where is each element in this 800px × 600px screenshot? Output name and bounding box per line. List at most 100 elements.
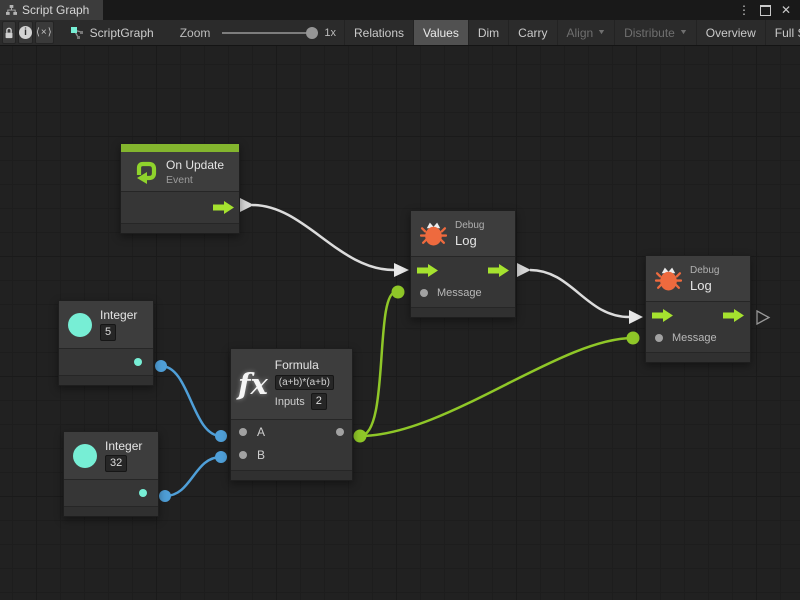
event-accent-bar (121, 144, 239, 152)
node-on-update[interactable]: On Update Event (120, 143, 240, 234)
tab-script-graph[interactable]: Script Graph (0, 0, 103, 20)
toolbar-buttons: Relations Values Dim Carry Align ▼ Distr… (344, 20, 800, 45)
value-connector-formula-a-in[interactable] (215, 430, 227, 442)
fullscreen-button[interactable]: Full Screen (765, 20, 800, 45)
node-header: Integer 5 (59, 301, 153, 349)
flow-port-row (646, 302, 750, 328)
window-menu-icon[interactable]: ⋮ (738, 4, 750, 16)
node-footer (231, 470, 352, 480)
node-category: Debug (455, 220, 484, 231)
wire-log1-to-log2[interactable] (530, 270, 629, 317)
node-debug-log-2[interactable]: Debug Log Message (645, 255, 751, 363)
graph-name-label: ScriptGraph (90, 26, 154, 40)
value-output-port[interactable] (139, 489, 147, 497)
value-connector-integer32-out[interactable] (159, 490, 171, 502)
graph-canvas[interactable]: On Update Event (0, 46, 800, 600)
values-button[interactable]: Values (413, 20, 468, 45)
lock-icon (3, 26, 15, 40)
info-icon: i (19, 26, 32, 39)
value-input-port[interactable] (655, 334, 663, 342)
inputs-count-field[interactable]: 2 (311, 393, 327, 410)
zoom-label: Zoom (180, 26, 211, 40)
value-connector-formula-out[interactable] (354, 430, 367, 443)
message-label: Message (672, 332, 717, 344)
node-title: Integer (100, 308, 137, 322)
loop-event-icon (130, 158, 158, 186)
wire-formula-to-log1-message[interactable] (360, 292, 396, 436)
zoom-slider-handle[interactable] (306, 27, 318, 39)
flow-connector-log2-in[interactable] (629, 310, 643, 324)
value-input-port-a[interactable] (239, 428, 247, 436)
value-output-port[interactable] (336, 428, 344, 436)
overview-button[interactable]: Overview (696, 20, 765, 45)
message-label: Message (437, 287, 482, 299)
dim-button[interactable]: Dim (468, 20, 508, 45)
node-category: Debug (690, 265, 719, 276)
value-connector-log1-message-in[interactable] (392, 286, 405, 299)
node-integer-32[interactable]: Integer 32 (63, 431, 159, 517)
wire-integer5-to-formula-a[interactable] (161, 366, 221, 436)
info-button[interactable]: i (18, 21, 33, 44)
flow-connector-log1-out[interactable] (517, 263, 531, 277)
carry-button[interactable]: Carry (508, 20, 556, 45)
value-input-port-b[interactable] (239, 451, 247, 459)
integer-value-field[interactable]: 32 (105, 455, 127, 472)
inputs-label: Inputs (275, 396, 305, 408)
distribute-button[interactable]: Distribute ▼ (614, 20, 696, 45)
value-input-port[interactable] (420, 289, 428, 297)
wire-integer32-to-formula-b[interactable] (165, 457, 221, 496)
chevron-down-icon: ▼ (597, 29, 606, 36)
chevron-down-icon: ▼ (679, 29, 688, 36)
script-graph-window: Script Graph ⋮ ✕ i ⟨×⟩ (0, 0, 800, 600)
window-controls: ⋮ ✕ (738, 0, 800, 20)
align-button[interactable]: Align ▼ (557, 20, 615, 45)
node-title: Log (455, 233, 484, 248)
value-connector-log2-message-in[interactable] (627, 332, 640, 345)
node-title: Integer (105, 439, 142, 453)
node-formula[interactable]: fx Formula (a+b)*(a+b) Inputs 2 A (230, 348, 353, 481)
wire-formula-to-log2-message[interactable] (360, 338, 633, 436)
node-title: On Update (166, 158, 224, 172)
node-integer-5[interactable]: Integer 5 (58, 300, 154, 386)
flow-connector-log2-out-empty[interactable] (757, 311, 769, 324)
lock-button[interactable] (2, 21, 16, 44)
zoom-slider[interactable] (222, 32, 314, 34)
code-preview-button[interactable]: ⟨×⟩ (35, 21, 54, 44)
tab-bar: Script Graph ⋮ ✕ (0, 0, 800, 20)
flow-output-port[interactable] (723, 309, 744, 322)
flow-port-row (411, 257, 515, 283)
node-header: Debug Log (411, 211, 515, 257)
formula-expression-field[interactable]: (a+b)*(a+b) (275, 375, 334, 390)
value-connector-formula-b-in[interactable] (215, 451, 227, 463)
node-subtitle: Event (166, 174, 224, 186)
flow-input-port[interactable] (652, 309, 673, 322)
node-debug-log-1[interactable]: Debug Log Message (410, 210, 516, 318)
tab-title: Script Graph (22, 3, 89, 17)
integer-value-field[interactable]: 5 (100, 324, 116, 341)
message-port-row: Message (646, 328, 750, 352)
close-icon[interactable]: ✕ (781, 4, 791, 16)
node-body: A B (231, 420, 352, 470)
wire-onupdate-to-log1[interactable] (252, 205, 394, 270)
node-footer (64, 506, 158, 516)
relations-button[interactable]: Relations (344, 20, 413, 45)
flow-input-port[interactable] (417, 264, 438, 277)
node-body (59, 349, 153, 375)
value-connector-integer5-out[interactable] (155, 360, 167, 372)
node-body (121, 192, 239, 223)
value-output-port[interactable] (134, 358, 142, 366)
node-footer (646, 352, 750, 362)
inputs-row: Inputs 2 (275, 393, 334, 410)
flow-connector-onupdate-out[interactable] (240, 198, 254, 212)
node-header: fx Formula (a+b)*(a+b) Inputs 2 (231, 349, 352, 420)
node-title: Log (690, 278, 719, 293)
graph-breadcrumb[interactable]: ScriptGraph (70, 26, 154, 40)
graph-toolbar: i ⟨×⟩ ScriptGraph Zoom 1x Relations (0, 20, 800, 46)
port-row-b: B (231, 443, 352, 466)
flow-output-port[interactable] (213, 201, 234, 214)
flow-connector-log1-in[interactable] (394, 263, 409, 277)
flow-output-port[interactable] (488, 264, 509, 277)
zoom-value: 1x (324, 27, 336, 39)
zoom-control: Zoom 1x (180, 26, 336, 40)
maximize-icon[interactable] (760, 5, 771, 16)
